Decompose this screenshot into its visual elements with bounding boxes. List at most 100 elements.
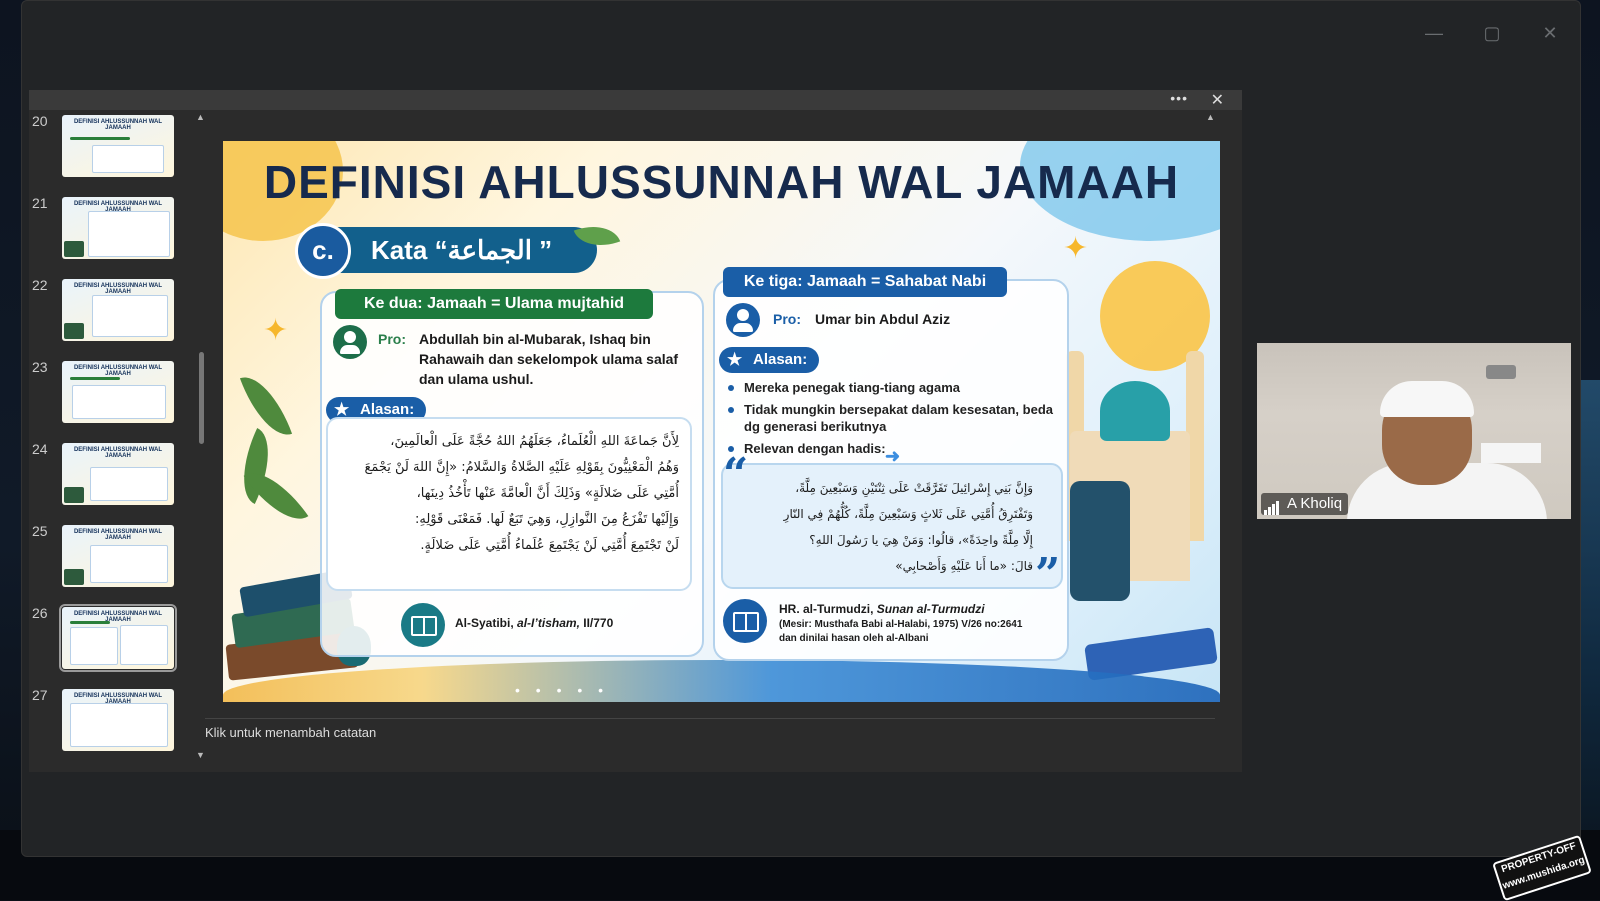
bullet-item: Tidak mungkin bersepakat dalam kesesatan… [726,401,1056,435]
minimize-button[interactable]: — [1424,23,1444,44]
arabic-line: وَإِنَّ بَنِي إِسْرائِيلَ تَفَرَّقَتْ عَ… [795,481,1033,495]
thumbnail-bar [70,137,130,140]
thumbnail-number: 20 [32,113,48,129]
participant-cap [1380,381,1474,417]
thumbnail-box [92,145,164,173]
thumbnail-number: 23 [32,359,48,375]
thumbnail-image[interactable]: DEFINISI AHLUSSUNNAH WAL JAMAAH [62,115,174,177]
background-window [1481,443,1541,463]
scroll-down-arrow-icon[interactable]: ▼ [196,750,205,760]
mosque-illustration [1060,311,1210,601]
section-pill: c. Kata “الجماعة ” [295,216,621,279]
thumbnail-26[interactable]: 26 DEFINISI AHLUSSUNNAH WAL JAMAAH [29,602,205,678]
notes-placeholder[interactable]: Klik untuk menambah catatan [205,725,376,740]
right-arabic-text: وَإِنَّ بَنِي إِسْرائِيلَ تَفَرَّقَتْ عَ… [733,475,1033,579]
thumbnail-image[interactable]: DEFINISI AHLUSSUNNAH WAL JAMAAH [62,443,174,505]
thumbnail-image-selected[interactable]: DEFINISI AHLUSSUNNAH WAL JAMAAH [59,604,177,672]
person-icon [333,325,367,359]
arabic-line: لَنْ تَجْتَمِعَ أُمَّتِي لَنْ يَجْتَمِعَ… [420,538,679,553]
arabic-line: لِأَنَّ جَماعَةَ اللهِ الْعُلَماءُ، جَعَ… [390,434,679,449]
thumbnail-scrollbar[interactable]: ▲ ▼ [194,112,208,760]
thumbnail-bar [70,621,110,624]
star-icon: ★ [727,350,743,369]
thumbnail-box [72,385,166,419]
thumbnail-24[interactable]: 24 DEFINISI AHLUSSUNNAH WAL JAMAAH [29,438,205,514]
notes-divider [205,718,1215,719]
thumbnail-box [90,545,168,583]
section-label: Kata “الجماعة ” [371,235,553,265]
bullet-item: Mereka penegak tiang-tiang agama [726,379,1056,396]
close-quote-icon: ” [1035,549,1061,600]
window-controls: — ▢ ✕ [1424,23,1560,44]
ceiling-light [1486,365,1516,379]
star-decoration-icon: ✦ [263,314,289,347]
arabic-line: أُمَّتِي عَلَى ضَلالَةٍ» وَذَلِكَ أَنَّ … [416,486,679,501]
close-share-button[interactable]: ✕ [1211,90,1224,110]
thumbnail-box [70,627,118,665]
left-arabic-text: لِأَنَّ جَماعَةَ اللهِ الْعُلَماءُ، جَعَ… [333,429,679,559]
scrollbar-thumb[interactable] [199,352,204,444]
thumbnail-book [64,323,84,339]
thumbnail-box [88,211,170,257]
right-reference-line2: (Mesir: Musthafa Babi al-Halabi, 1975) V… [779,619,1023,630]
left-reference: Al-Syatibi, al-I’tisham, II/770 [455,616,613,630]
book-icon [401,603,445,647]
thumbnail-title: DEFINISI AHLUSSUNNAH WAL JAMAAH [73,119,163,131]
right-alasan-label: Alasan: [753,351,808,368]
bottom-dots: • • • • • [515,682,610,698]
section-letter: c. [295,223,351,279]
thumbnail-number: 27 [32,687,48,703]
thumbnail-image[interactable]: DEFINISI AHLUSSUNNAH WAL JAMAAH [62,689,174,751]
thumbnail-box [120,625,168,665]
thumbnail-image[interactable]: DEFINISI AHLUSSUNNAH WAL JAMAAH [62,279,174,341]
scroll-up-arrow-icon[interactable]: ▲ [1206,112,1215,122]
arabic-line: قالَ: «ما أَنا عَلَيْهِ وَأَصْحابِي» [895,559,1033,573]
thumbnail-number: 26 [32,605,48,621]
thumbnail-27[interactable]: 27 DEFINISI AHLUSSUNNAH WAL JAMAAH [29,684,205,760]
arabic-line: وَتَفْتَرِقُ أُمَّتِي عَلَى ثَلاثٍ وَسَب… [783,507,1033,521]
thumbnail-number: 22 [32,277,48,293]
thumbnail-number: 21 [32,195,48,211]
right-pro-label: Pro: [773,311,801,327]
participant-video[interactable]: A Kholiq [1257,343,1571,519]
thumbnail-book [64,569,84,585]
right-card-header: Ke tiga: Jamaah = Sahabat Nabi [723,267,1007,297]
thumbnail-image[interactable]: DEFINISI AHLUSSUNNAH WAL JAMAAH [62,361,174,423]
star-decoration-icon: ✦ [1063,232,1089,265]
reference-volume: II/770 [579,616,614,630]
right-pro-text: Umar bin Abdul Aziz [815,311,951,327]
arabic-line: إِلَّا مِلَّةً واحِدَةً»، قالُوا: وَمَنْ… [809,533,1033,547]
arabic-line: وَهُمُ الْمَعْنِيُّونَ بِقَوْلِهِ عَلَيْ… [364,460,679,475]
participant-name: A Kholiq [1287,495,1343,512]
thumbnail-25[interactable]: 25 DEFINISI AHLUSSUNNAH WAL JAMAAH [29,520,205,596]
more-options-button[interactable]: ••• [1170,90,1188,106]
thumbnail-bar [70,377,120,380]
thumbnail-21[interactable]: 21 DEFINISI AHLUSSUNNAH WAL JAMAAH [29,192,205,268]
reference-author: Al-Syatibi, [455,616,518,630]
share-toolbar: ••• ✕ [29,90,1242,110]
leaf-icon [573,216,621,256]
thumbnail-book [64,241,84,257]
left-alasan-label: Alasan: [360,401,415,418]
scroll-up-arrow-icon[interactable]: ▲ [196,112,205,122]
reference-title: al-I’tisham, [517,616,580,630]
book-icon [723,599,767,643]
thumbnail-23[interactable]: 23 DEFINISI AHLUSSUNNAH WAL JAMAAH [29,356,205,432]
thumbnail-title: DEFINISI AHLUSSUNNAH WAL JAMAAH [73,529,163,541]
slide-title: DEFINISI AHLUSSUNNAH WAL JAMAAH [263,156,1180,208]
lantern [1070,481,1130,601]
thumbnail-22[interactable]: 22 DEFINISI AHLUSSUNNAH WAL JAMAAH [29,274,205,350]
right-alasan-badge: ★ Alasan: [719,347,820,373]
thumbnail-number: 24 [32,441,48,457]
thumbnail-box [92,295,168,337]
thumbnail-box [70,703,168,747]
close-window-button[interactable]: ✕ [1540,23,1560,44]
thumbnail-image[interactable]: DEFINISI AHLUSSUNNAH WAL JAMAAH [62,525,174,587]
thumbnail-20[interactable]: 20 DEFINISI AHLUSSUNNAH WAL JAMAAH [29,110,205,186]
left-pro-text: Abdullah bin al-Mubarak, Ishaq bin Rahaw… [419,331,679,387]
left-pro-label: Pro: [378,331,406,347]
maximize-button[interactable]: ▢ [1482,23,1502,44]
right-reference-line3: dan dinilai hasan oleh al-Albani [779,633,929,644]
thumbnail-box [90,467,168,501]
thumbnail-image[interactable]: DEFINISI AHLUSSUNNAH WAL JAMAAH [62,197,174,259]
